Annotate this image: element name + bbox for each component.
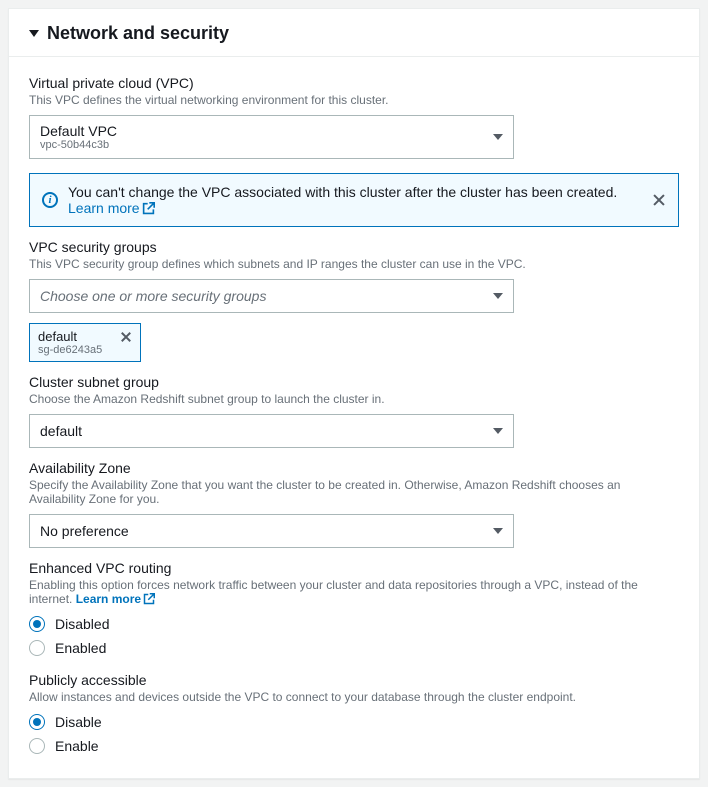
publicly-accessible-radio-group: Disable Enable — [29, 710, 679, 758]
publicly-accessible-field: Publicly accessible Allow instances and … — [29, 672, 679, 758]
external-link-icon — [143, 593, 155, 605]
security-groups-label: VPC security groups — [29, 239, 679, 255]
subnet-group-desc: Choose the Amazon Redshift subnet group … — [29, 392, 679, 406]
vpc-info-banner: i You can't change the VPC associated wi… — [29, 173, 679, 227]
publicly-accessible-disable-radio[interactable]: Disable — [29, 710, 679, 734]
token-name: default — [38, 329, 102, 344]
enhanced-routing-radio-group: Disabled Enabled — [29, 612, 679, 660]
radio-label: Enable — [55, 738, 99, 754]
caret-down-icon — [29, 30, 39, 37]
chevron-down-icon — [493, 134, 503, 140]
vpc-select-value: Default VPC vpc-50b44c3b — [40, 123, 117, 151]
enhanced-routing-enabled-radio[interactable]: Enabled — [29, 636, 679, 660]
publicly-accessible-enable-radio[interactable]: Enable — [29, 734, 679, 758]
subnet-group-label: Cluster subnet group — [29, 374, 679, 390]
availability-zone-field: Availability Zone Specify the Availabili… — [29, 460, 679, 548]
chevron-down-icon — [493, 293, 503, 299]
security-groups-select[interactable]: Choose one or more security groups — [29, 279, 514, 313]
token-text: default sg-de6243a5 — [38, 329, 102, 356]
chevron-down-icon — [493, 528, 503, 534]
vpc-desc: This VPC defines the virtual networking … — [29, 93, 679, 107]
enhanced-routing-label: Enhanced VPC routing — [29, 560, 679, 576]
publicly-accessible-label: Publicly accessible — [29, 672, 679, 688]
security-groups-desc: This VPC security group defines which su… — [29, 257, 679, 271]
info-icon: i — [42, 192, 58, 208]
radio-label: Disabled — [55, 616, 109, 632]
radio-icon — [29, 714, 45, 730]
section-body: Virtual private cloud (VPC) This VPC def… — [9, 56, 699, 778]
vpc-selected-name: Default VPC — [40, 123, 117, 139]
close-icon[interactable] — [652, 193, 666, 207]
radio-label: Enabled — [55, 640, 106, 656]
enhanced-routing-desc: Enabling this option forces network traf… — [29, 578, 679, 606]
token-id: sg-de6243a5 — [38, 344, 102, 356]
subnet-group-select[interactable]: default — [29, 414, 514, 448]
vpc-select[interactable]: Default VPC vpc-50b44c3b — [29, 115, 514, 159]
section-header[interactable]: Network and security — [9, 9, 699, 56]
vpc-info-text: You can't change the VPC associated with… — [68, 184, 642, 216]
enhanced-routing-field: Enhanced VPC routing Enabling this optio… — [29, 560, 679, 660]
section-title: Network and security — [47, 23, 229, 44]
remove-token-icon[interactable] — [120, 331, 132, 343]
vpc-label: Virtual private cloud (VPC) — [29, 75, 679, 91]
enhanced-routing-learn-more-link[interactable]: Learn more — [76, 592, 155, 606]
security-groups-field: VPC security groups This VPC security gr… — [29, 239, 679, 362]
vpc-selected-id: vpc-50b44c3b — [40, 139, 117, 151]
radio-icon — [29, 640, 45, 656]
subnet-group-value: default — [40, 423, 82, 439]
vpc-field: Virtual private cloud (VPC) This VPC def… — [29, 75, 679, 159]
subnet-group-field: Cluster subnet group Choose the Amazon R… — [29, 374, 679, 448]
chevron-down-icon — [493, 428, 503, 434]
security-groups-placeholder: Choose one or more security groups — [40, 288, 266, 304]
vpc-info-learn-more-link[interactable]: Learn more — [68, 200, 155, 216]
radio-icon — [29, 616, 45, 632]
enhanced-routing-disabled-radio[interactable]: Disabled — [29, 612, 679, 636]
availability-zone-value: No preference — [40, 523, 129, 539]
external-link-icon — [142, 202, 155, 215]
publicly-accessible-desc: Allow instances and devices outside the … — [29, 690, 679, 704]
availability-zone-label: Availability Zone — [29, 460, 679, 476]
vpc-info-message: You can't change the VPC associated with… — [68, 184, 617, 200]
security-group-token: default sg-de6243a5 — [29, 323, 141, 362]
availability-zone-desc: Specify the Availability Zone that you w… — [29, 478, 679, 506]
radio-icon — [29, 738, 45, 754]
availability-zone-select[interactable]: No preference — [29, 514, 514, 548]
radio-label: Disable — [55, 714, 102, 730]
network-security-panel: Network and security Virtual private clo… — [8, 8, 700, 779]
